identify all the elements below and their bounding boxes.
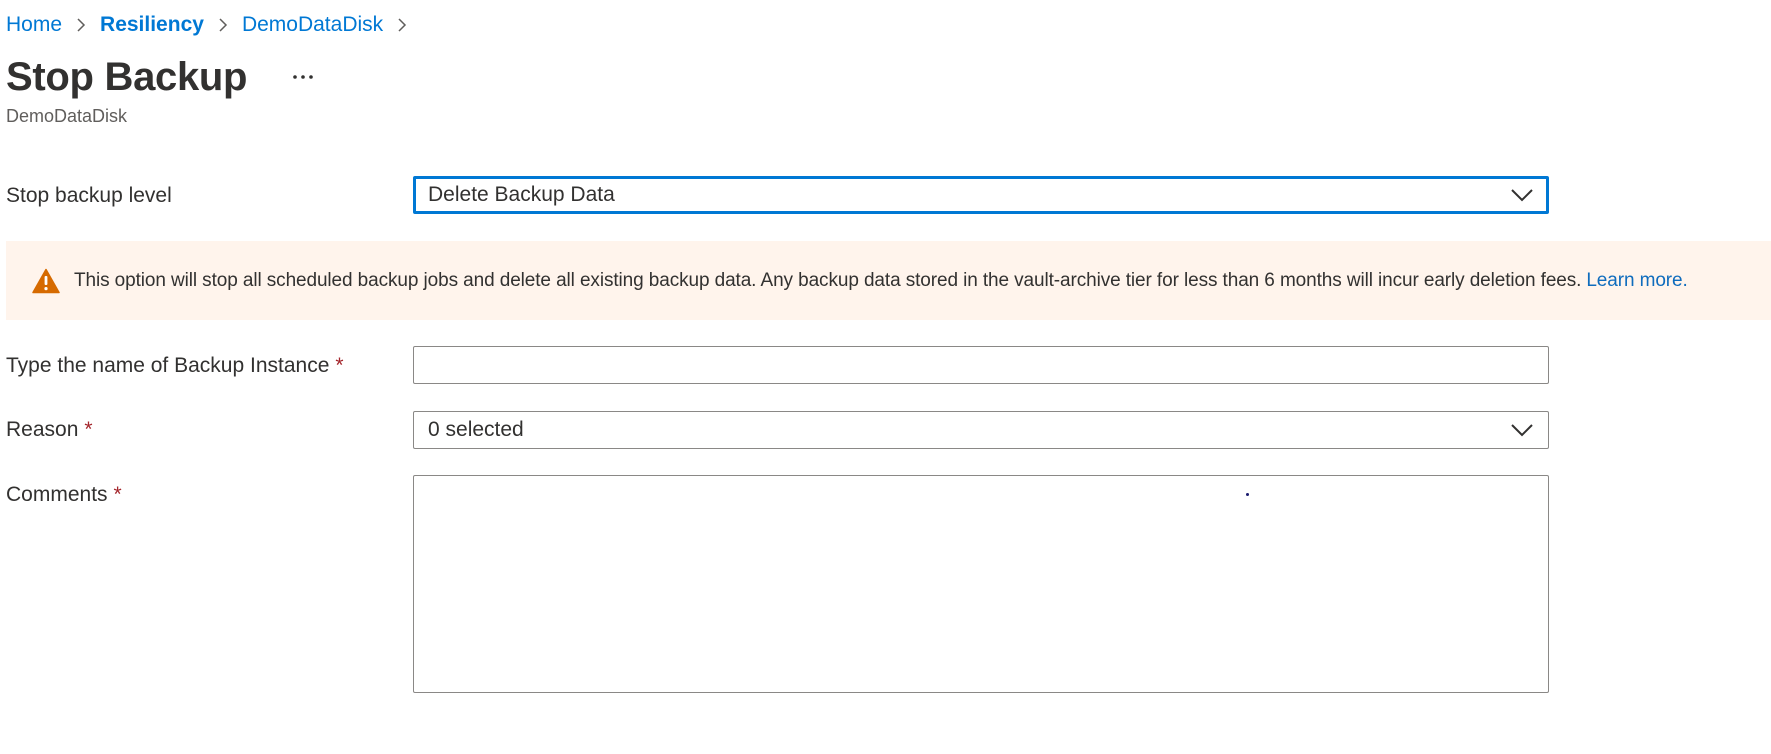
mouse-cursor-dot (1246, 493, 1249, 496)
warning-banner: This option will stop all scheduled back… (6, 241, 1771, 320)
reason-dropdown[interactable]: 0 selected (413, 411, 1549, 449)
reason-value: 0 selected (428, 418, 524, 441)
stop-backup-level-value: Delete Backup Data (428, 183, 615, 206)
chevron-down-icon (1510, 188, 1534, 202)
required-mark: * (84, 418, 93, 441)
warning-text: This option will stop all scheduled back… (74, 270, 1688, 292)
warning-icon (32, 268, 60, 294)
reason-label: Reason * (6, 418, 93, 442)
stop-backup-level-label: Stop backup level (6, 184, 172, 207)
required-mark: * (335, 354, 344, 377)
stop-backup-page: Home Resiliency DemoDataDisk Stop Backup… (0, 0, 1771, 754)
comments-textarea[interactable] (413, 475, 1549, 693)
instance-name-label-text: Type the name of Backup Instance (6, 354, 330, 377)
page-title: Stop Backup (6, 54, 248, 99)
chevron-down-icon (1510, 423, 1534, 437)
more-options-button[interactable] (285, 59, 321, 95)
instance-name-label: Type the name of Backup Instance * (6, 354, 344, 378)
instance-name-input[interactable] (413, 346, 1549, 384)
page-subtitle: DemoDataDisk (6, 106, 128, 126)
chevron-right-icon (68, 12, 94, 38)
stop-backup-level-dropdown[interactable]: Delete Backup Data (413, 176, 1549, 214)
comments-label: Comments * (6, 483, 122, 507)
breadcrumb: Home Resiliency DemoDataDisk (6, 8, 421, 42)
title-row: Stop Backup (6, 50, 321, 104)
required-mark: * (113, 483, 122, 506)
warning-message: This option will stop all scheduled back… (74, 269, 1582, 291)
comments-label-text: Comments (6, 483, 108, 506)
learn-more-link[interactable]: Learn more. (1586, 270, 1687, 291)
breadcrumb-home[interactable]: Home (6, 13, 62, 37)
breadcrumb-resiliency[interactable]: Resiliency (100, 13, 204, 37)
chevron-right-icon (389, 12, 415, 38)
breadcrumb-demodatadisk[interactable]: DemoDataDisk (242, 13, 383, 37)
reason-label-text: Reason (6, 418, 79, 441)
chevron-right-icon (210, 12, 236, 38)
more-icon (293, 75, 313, 79)
